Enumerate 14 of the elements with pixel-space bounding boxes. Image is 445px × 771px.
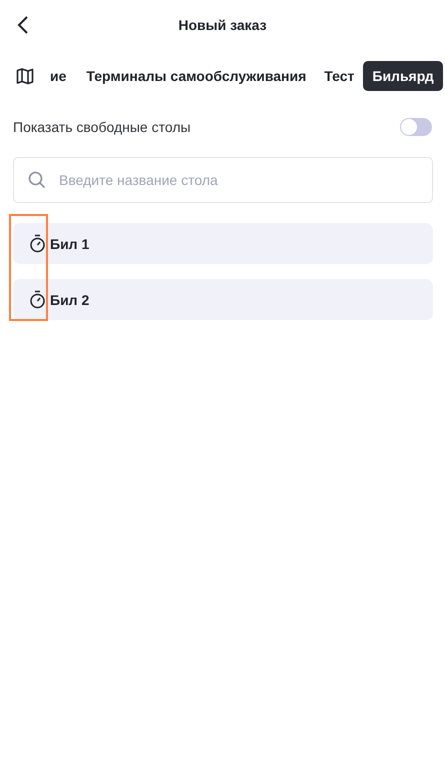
stopwatch-icon — [29, 234, 46, 253]
category-tab[interactable]: ие — [48, 61, 76, 91]
free-tables-toggle[interactable] — [400, 118, 432, 136]
search-field[interactable]: Введите название стола — [13, 157, 433, 203]
screen-title: Новый заказ — [178, 17, 267, 33]
category-tab[interactable]: Терминалы самообслуживания — [77, 61, 316, 91]
category-tab[interactable]: Бильярд — [363, 61, 443, 91]
table-item[interactable]: Бил 2 — [13, 279, 433, 320]
back-icon[interactable] — [16, 15, 30, 35]
map-icon[interactable] — [16, 67, 34, 85]
free-tables-label: Показать свободные столы — [13, 119, 191, 135]
stopwatch-icon — [29, 290, 46, 309]
category-tab[interactable]: Тест — [315, 61, 364, 91]
table-item[interactable]: Бил 1 — [13, 223, 433, 264]
